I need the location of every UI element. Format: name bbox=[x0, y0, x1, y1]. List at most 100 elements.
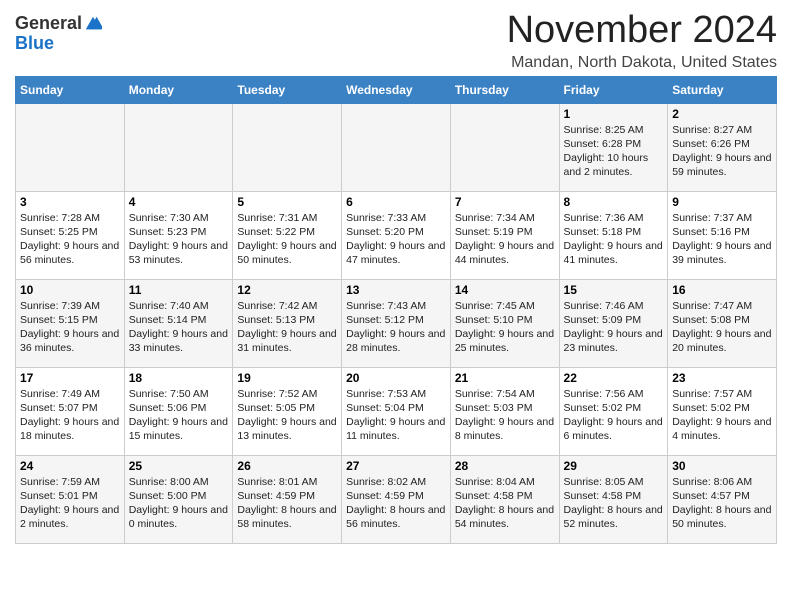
day-number: 29 bbox=[564, 459, 664, 473]
day-info: Sunrise: 7:37 AMSunset: 5:16 PMDaylight:… bbox=[672, 211, 772, 268]
calendar-cell: 18Sunrise: 7:50 AMSunset: 5:06 PMDayligh… bbox=[124, 367, 233, 455]
day-info: Sunrise: 7:31 AMSunset: 5:22 PMDaylight:… bbox=[237, 211, 337, 268]
day-info: Sunrise: 7:39 AMSunset: 5:15 PMDaylight:… bbox=[20, 299, 120, 356]
day-info: Sunrise: 8:05 AMSunset: 4:58 PMDaylight:… bbox=[564, 475, 664, 532]
day-info: Sunrise: 8:04 AMSunset: 4:58 PMDaylight:… bbox=[455, 475, 555, 532]
calendar-cell: 24Sunrise: 7:59 AMSunset: 5:01 PMDayligh… bbox=[16, 455, 125, 543]
day-number: 13 bbox=[346, 283, 446, 297]
calendar-cell: 19 Sunrise: 7:52 AMSunset: 5:05 PMDayligh… bbox=[233, 367, 342, 455]
day-info: Sunrise: 7:49 AMSunset: 5:07 PMDaylight:… bbox=[20, 387, 120, 444]
day-number: 5 bbox=[237, 195, 337, 209]
day-number: 22 bbox=[564, 371, 664, 385]
day-info: Sunrise: 7:54 AMSunset: 5:03 PMDaylight:… bbox=[455, 387, 555, 444]
day-number: 1 bbox=[564, 107, 664, 121]
calendar-cell: 13 Sunrise: 7:43 AMSunset: 5:12 PMDayligh… bbox=[342, 279, 451, 367]
day-info: Sunrise: 7:46 AMSunset: 5:09 PMDaylight:… bbox=[564, 299, 664, 356]
day-number: 20 bbox=[346, 371, 446, 385]
logo-blue: Blue bbox=[15, 33, 54, 53]
day-info: Sunrise: 8:02 AMSunset: 4:59 PMDaylight:… bbox=[346, 475, 446, 532]
day-number: 25 bbox=[129, 459, 229, 473]
calendar-cell: 8 Sunrise: 7:36 AMSunset: 5:18 PMDaylight… bbox=[559, 191, 668, 279]
logo-general: General bbox=[15, 14, 82, 34]
day-number: 16 bbox=[672, 283, 772, 297]
day-info: Sunrise: 7:40 AMSunset: 5:14 PMDaylight:… bbox=[129, 299, 229, 356]
day-info: Sunrise: 7:45 AMSunset: 5:10 PMDaylight:… bbox=[455, 299, 555, 356]
calendar-cell: 14 Sunrise: 7:45 AMSunset: 5:10 PMDayligh… bbox=[450, 279, 559, 367]
day-number: 9 bbox=[672, 195, 772, 209]
day-number: 17 bbox=[20, 371, 120, 385]
calendar-cell: 1 Sunrise: 8:25 AMSunset: 6:28 PMDaylight… bbox=[559, 103, 668, 191]
title-area: November 2024 Mandan, North Dakota, Unit… bbox=[507, 10, 777, 72]
calendar-cell: 23 Sunrise: 7:57 AMSunset: 5:02 PMDayligh… bbox=[668, 367, 777, 455]
col-header-thursday: Thursday bbox=[450, 76, 559, 103]
calendar-cell: 9 Sunrise: 7:37 AMSunset: 5:16 PMDaylight… bbox=[668, 191, 777, 279]
day-info: Sunrise: 7:53 AMSunset: 5:04 PMDaylight:… bbox=[346, 387, 446, 444]
calendar-cell bbox=[16, 103, 125, 191]
calendar-cell: 27 Sunrise: 8:02 AMSunset: 4:59 PMDayligh… bbox=[342, 455, 451, 543]
day-info: Sunrise: 7:52 AMSunset: 5:05 PMDaylight:… bbox=[237, 387, 337, 444]
day-info: Sunrise: 8:01 AMSunset: 4:59 PMDaylight:… bbox=[237, 475, 337, 532]
calendar-cell bbox=[233, 103, 342, 191]
calendar-cell: 26 Sunrise: 8:01 AMSunset: 4:59 PMDayligh… bbox=[233, 455, 342, 543]
day-number: 30 bbox=[672, 459, 772, 473]
calendar-cell: 30 Sunrise: 8:06 AMSunset: 4:57 PMDayligh… bbox=[668, 455, 777, 543]
day-number: 10 bbox=[20, 283, 120, 297]
calendar-cell: 28 Sunrise: 8:04 AMSunset: 4:58 PMDayligh… bbox=[450, 455, 559, 543]
day-info: Sunrise: 7:47 AMSunset: 5:08 PMDaylight:… bbox=[672, 299, 772, 356]
calendar-cell: 6Sunrise: 7:33 AMSunset: 5:20 PMDaylight… bbox=[342, 191, 451, 279]
day-info: Sunrise: 7:36 AMSunset: 5:18 PMDaylight:… bbox=[564, 211, 664, 268]
day-info: Sunrise: 7:57 AMSunset: 5:02 PMDaylight:… bbox=[672, 387, 772, 444]
col-header-monday: Monday bbox=[124, 76, 233, 103]
day-info: Sunrise: 7:43 AMSunset: 5:12 PMDaylight:… bbox=[346, 299, 446, 356]
calendar-cell: 25 Sunrise: 8:00 AMSunset: 5:00 PMDayligh… bbox=[124, 455, 233, 543]
day-number: 8 bbox=[564, 195, 664, 209]
col-header-saturday: Saturday bbox=[668, 76, 777, 103]
day-number: 26 bbox=[237, 459, 337, 473]
week-row-4: 17 Sunrise: 7:49 AMSunset: 5:07 PMDayligh… bbox=[16, 367, 777, 455]
week-row-5: 24Sunrise: 7:59 AMSunset: 5:01 PMDayligh… bbox=[16, 455, 777, 543]
calendar-cell bbox=[124, 103, 233, 191]
day-number: 2 bbox=[672, 107, 772, 121]
logo-icon bbox=[84, 15, 102, 33]
location: Mandan, North Dakota, United States bbox=[507, 54, 777, 72]
calendar-cell: 22 Sunrise: 7:56 AMSunset: 5:02 PMDayligh… bbox=[559, 367, 668, 455]
week-row-2: 3 Sunrise: 7:28 AMSunset: 5:25 PMDaylight… bbox=[16, 191, 777, 279]
day-number: 24 bbox=[20, 459, 120, 473]
day-number: 23 bbox=[672, 371, 772, 385]
day-number: 3 bbox=[20, 195, 120, 209]
day-info: Sunrise: 8:00 AMSunset: 5:00 PMDaylight:… bbox=[129, 475, 229, 532]
day-info: Sunrise: 8:25 AMSunset: 6:28 PMDaylight:… bbox=[564, 123, 664, 180]
calendar-cell bbox=[342, 103, 451, 191]
day-number: 4 bbox=[129, 195, 229, 209]
day-info: Sunrise: 7:50 AMSunset: 5:06 PMDaylight:… bbox=[129, 387, 229, 444]
logo: General Blue bbox=[15, 14, 102, 54]
calendar-cell: 29 Sunrise: 8:05 AMSunset: 4:58 PMDayligh… bbox=[559, 455, 668, 543]
day-info: Sunrise: 7:34 AMSunset: 5:19 PMDaylight:… bbox=[455, 211, 555, 268]
calendar-cell: 10 Sunrise: 7:39 AMSunset: 5:15 PMDayligh… bbox=[16, 279, 125, 367]
day-number: 12 bbox=[237, 283, 337, 297]
day-number: 11 bbox=[129, 283, 229, 297]
calendar: SundayMondayTuesdayWednesdayThursdayFrid… bbox=[15, 76, 777, 544]
calendar-cell: 12Sunrise: 7:42 AMSunset: 5:13 PMDayligh… bbox=[233, 279, 342, 367]
day-number: 19 bbox=[237, 371, 337, 385]
calendar-cell: 5 Sunrise: 7:31 AMSunset: 5:22 PMDaylight… bbox=[233, 191, 342, 279]
day-number: 14 bbox=[455, 283, 555, 297]
day-info: Sunrise: 7:30 AMSunset: 5:23 PMDaylight:… bbox=[129, 211, 229, 268]
calendar-cell: 11 Sunrise: 7:40 AMSunset: 5:14 PMDayligh… bbox=[124, 279, 233, 367]
day-info: Sunrise: 8:06 AMSunset: 4:57 PMDaylight:… bbox=[672, 475, 772, 532]
day-number: 27 bbox=[346, 459, 446, 473]
month-title: November 2024 bbox=[507, 10, 777, 52]
calendar-cell: 2Sunrise: 8:27 AMSunset: 6:26 PMDaylight… bbox=[668, 103, 777, 191]
calendar-cell: 3 Sunrise: 7:28 AMSunset: 5:25 PMDaylight… bbox=[16, 191, 125, 279]
calendar-cell: 21Sunrise: 7:54 AMSunset: 5:03 PMDayligh… bbox=[450, 367, 559, 455]
day-number: 28 bbox=[455, 459, 555, 473]
day-info: Sunrise: 7:28 AMSunset: 5:25 PMDaylight:… bbox=[20, 211, 120, 268]
calendar-cell: 16 Sunrise: 7:47 AMSunset: 5:08 PMDayligh… bbox=[668, 279, 777, 367]
calendar-cell: 20 Sunrise: 7:53 AMSunset: 5:04 PMDayligh… bbox=[342, 367, 451, 455]
col-header-wednesday: Wednesday bbox=[342, 76, 451, 103]
week-row-3: 10 Sunrise: 7:39 AMSunset: 5:15 PMDayligh… bbox=[16, 279, 777, 367]
calendar-cell: 17 Sunrise: 7:49 AMSunset: 5:07 PMDayligh… bbox=[16, 367, 125, 455]
day-info: Sunrise: 7:56 AMSunset: 5:02 PMDaylight:… bbox=[564, 387, 664, 444]
calendar-cell: 4 Sunrise: 7:30 AMSunset: 5:23 PMDaylight… bbox=[124, 191, 233, 279]
col-header-friday: Friday bbox=[559, 76, 668, 103]
